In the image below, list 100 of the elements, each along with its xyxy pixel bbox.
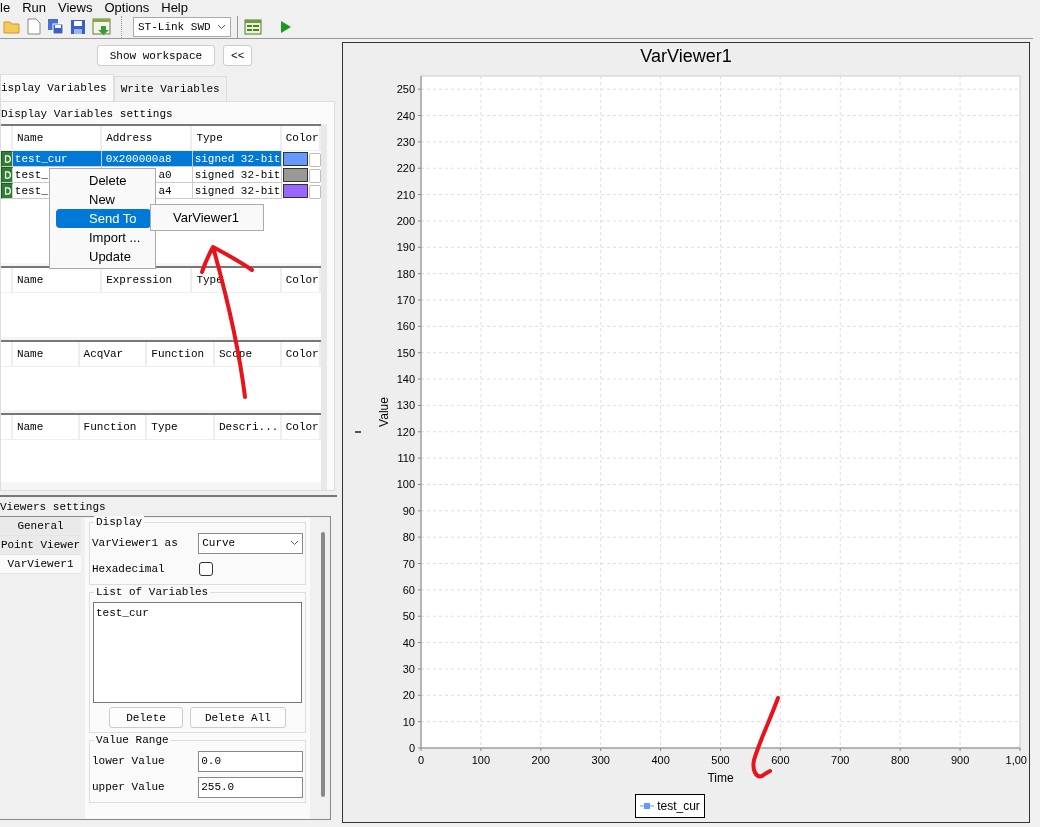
y-tick-label: 150: [396, 346, 415, 359]
y-tick-label: 80: [402, 531, 415, 544]
list-item[interactable]: test_cur: [95, 607, 300, 619]
y-tick-label: 50: [402, 610, 415, 623]
window-download-icon[interactable]: [92, 17, 112, 36]
y-tick-label: 200: [396, 214, 415, 227]
field-label: VarViewer1 as: [91, 537, 178, 549]
y-tick-label: 210: [396, 188, 415, 201]
y-tick-label: 90: [402, 504, 415, 517]
field-label: upper Value: [91, 781, 165, 793]
y-tick-label: 140: [396, 373, 415, 386]
menu-item[interactable]: VarViewer1: [151, 205, 263, 230]
y-tick-label: 130: [396, 399, 415, 412]
display-mode-dropdown[interactable]: Curve: [198, 532, 304, 554]
folder-icon[interactable]: [3, 19, 21, 34]
y-tick-label: 170: [396, 294, 415, 306]
x-tick-label: 400: [651, 754, 670, 766]
column-header: Color: [281, 268, 321, 292]
variables-list[interactable]: test_cur: [92, 602, 303, 703]
group-title: Viewers settings: [0, 501, 107, 513]
color-picker-button[interactable]: [309, 184, 322, 199]
delete-all-button[interactable]: Delete All: [189, 707, 286, 728]
table-cell[interactable]: test_cur: [12, 151, 103, 167]
x-tick-label: 700: [831, 754, 850, 766]
group-title: Value Range: [93, 734, 171, 746]
hexadecimal-checkbox[interactable]: [199, 562, 214, 576]
y-tick-label: 60: [402, 583, 415, 596]
viewer-list-item[interactable]: General: [0, 517, 81, 536]
x-axis-title: Time: [707, 771, 734, 785]
group-title: Display Variables settings: [1, 108, 173, 120]
column-header: Descri...: [215, 415, 282, 439]
x-tick-label: 900: [950, 754, 970, 766]
color-picker-button[interactable]: [309, 168, 322, 183]
chevron-down-icon: [290, 540, 300, 546]
viewer-list-item[interactable]: Point Viewer: [0, 536, 81, 555]
x-tick-label: 200: [531, 754, 550, 766]
x-tick-label: 0: [417, 754, 425, 766]
y-tick-label: 220: [396, 162, 415, 175]
color-picker-button[interactable]: [309, 152, 322, 167]
column-header: Color: [281, 126, 321, 150]
x-tick-label: 500: [711, 754, 730, 766]
y-tick-label: 70: [402, 557, 415, 570]
chart-title: VarViewer1: [640, 45, 732, 68]
color-swatch[interactable]: [282, 168, 309, 182]
play-icon[interactable]: [280, 19, 292, 34]
y-tick-label: 20: [402, 689, 415, 702]
menu-item[interactable]: le: [0, 0, 11, 15]
y-tick-label: 120: [396, 425, 415, 438]
column-header: Color: [281, 415, 321, 439]
table-cell: signed 32-bit: [192, 167, 282, 183]
splitter-handle[interactable]: [355, 431, 361, 433]
save-all-icon[interactable]: [47, 18, 64, 35]
column-header: Color: [281, 342, 321, 366]
table-cell: signed 32-bit: [192, 151, 282, 167]
x-tick-label: 600: [771, 754, 790, 766]
x-tick-label: 300: [591, 754, 610, 766]
table-cell: signed 32-bit: [192, 183, 282, 199]
menu-item[interactable]: Help: [161, 0, 188, 15]
show-workspace-button[interactable]: Show workspace: [96, 45, 216, 66]
viewer-list-item[interactable]: VarViewer1: [0, 555, 81, 574]
y-tick-label: 230: [396, 135, 415, 148]
y-tick-label: 180: [396, 267, 415, 280]
column-header: AcqVar: [79, 342, 148, 366]
delete-button[interactable]: Delete: [109, 707, 183, 728]
lower-value-field[interactable]: 0.0: [198, 750, 304, 772]
menu-item[interactable]: Send To: [56, 209, 151, 228]
menu-item[interactable]: Run: [22, 0, 46, 15]
y-tick-label: 160: [396, 320, 415, 333]
column-header: Type: [147, 415, 215, 439]
color-swatch[interactable]: [282, 184, 309, 198]
collapse-button[interactable]: <<: [223, 45, 253, 66]
menu-item[interactable]: Views: [58, 0, 93, 15]
x-tick-label: 800: [891, 754, 910, 766]
menu-item[interactable]: Update: [56, 247, 151, 266]
y-axis-title: Value: [377, 397, 391, 427]
document-icon[interactable]: [27, 18, 41, 35]
connection-dropdown[interactable]: ST-Link SWD: [133, 16, 231, 37]
x-tick-label: 100: [471, 754, 491, 766]
group-title: Display: [93, 516, 145, 528]
y-tick-label: 10: [402, 715, 415, 728]
y-tick-label: 30: [402, 662, 415, 675]
y-tick-label: 110: [397, 452, 415, 465]
x-tick-label: 1,00: [1005, 754, 1027, 766]
legend-label: test_cur: [657, 799, 700, 813]
column-header: Function: [79, 415, 148, 439]
upper-value-field[interactable]: 255.0: [198, 776, 304, 798]
color-swatch[interactable]: [282, 152, 309, 166]
column-header: Name: [12, 415, 80, 439]
panel-icon[interactable]: [244, 18, 262, 35]
column-header: Name: [12, 342, 80, 366]
field-label: lower Value: [91, 755, 165, 767]
save-icon[interactable]: [70, 18, 86, 35]
tab[interactable]: isplay Variables: [0, 74, 114, 101]
menu-item[interactable]: Options: [104, 0, 150, 15]
group-title: List of Variables: [93, 586, 211, 598]
menu-item[interactable]: Import ...: [56, 228, 151, 247]
column-header: Function: [147, 342, 215, 366]
scrollbar-thumb[interactable]: [321, 532, 326, 797]
tab[interactable]: Write Variables: [113, 76, 227, 101]
y-tick-label: 40: [402, 636, 415, 649]
